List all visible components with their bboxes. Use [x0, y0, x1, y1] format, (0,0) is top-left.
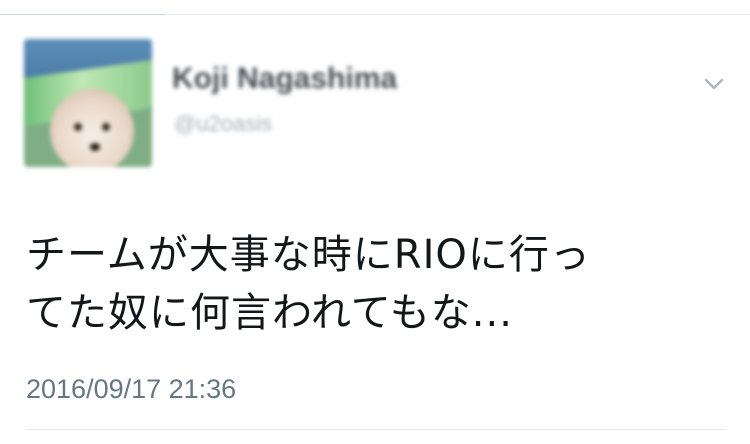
avatar[interactable]	[24, 39, 152, 167]
tweet-card[interactable]: Koji Nagashima @u2oasis チームが大事な時にRIOに行っ …	[0, 15, 750, 430]
avatar-dog-eye-left	[74, 123, 82, 131]
avatar-dog	[50, 89, 134, 167]
display-name[interactable]: Koji Nagashima	[172, 62, 397, 96]
chevron-down-icon	[703, 77, 725, 91]
avatar-dog-eye-right	[102, 123, 110, 131]
tweet-menu-button[interactable]	[700, 70, 728, 98]
tweet-text: チームが大事な時にRIOに行っ てた奴に何言われてもな...	[26, 226, 726, 342]
bottom-divider	[26, 429, 726, 430]
tweet-text-line: チームが大事な時にRIOに行っ	[26, 232, 591, 278]
avatar-dog-nose	[90, 143, 100, 151]
tweet-text-line: てた奴に何言われてもな...	[26, 290, 513, 336]
user-handle[interactable]: @u2oasis	[174, 111, 272, 137]
tweet-timestamp[interactable]: 2016/09/17 21:36	[26, 374, 236, 405]
